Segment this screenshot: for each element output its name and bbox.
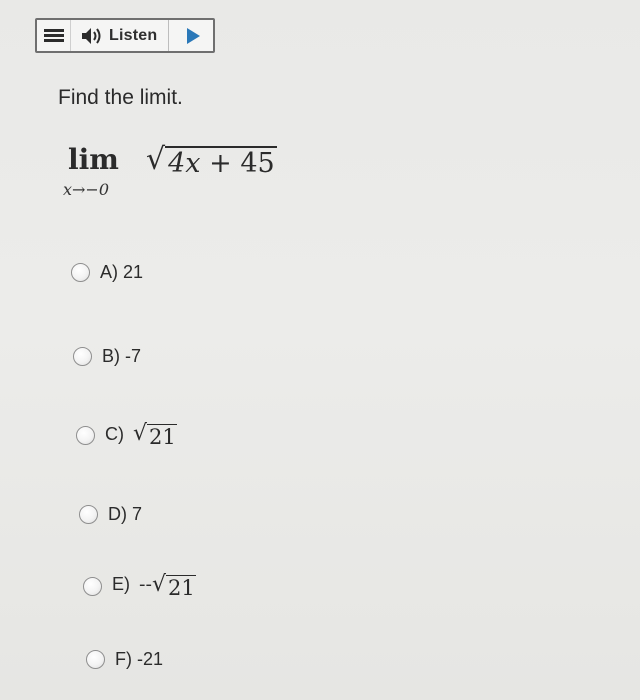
radio-button[interactable]	[71, 263, 90, 282]
option-label: E) -- √ 21	[112, 572, 196, 600]
menu-button[interactable]	[37, 20, 71, 51]
play-button[interactable]	[169, 20, 213, 51]
lim-subscript: x→−0	[63, 180, 110, 199]
option-label: F) -21	[115, 649, 164, 669]
accessibility-toolbar: Listen	[35, 18, 215, 53]
radio-button[interactable]	[83, 577, 102, 596]
sqrt-expression: -- √ 21	[139, 572, 196, 600]
question-prompt: Find the limit.	[58, 86, 183, 109]
radicand: 4x + 45	[165, 146, 277, 178]
radio-button[interactable]	[79, 505, 98, 524]
listen-button[interactable]: Listen	[71, 20, 169, 51]
lim-operator: lim	[68, 143, 119, 176]
option-label: A) 21	[100, 262, 144, 282]
sqrt-expression: √ 21	[133, 421, 177, 449]
answer-option-d[interactable]: D) 7	[79, 504, 142, 525]
radio-button[interactable]	[86, 650, 105, 669]
radio-button[interactable]	[73, 347, 92, 366]
play-icon	[186, 27, 200, 44]
hamburger-menu-icon	[43, 28, 64, 43]
radicand-term: 4x	[168, 148, 201, 179]
answer-option-e[interactable]: E) -- √ 21	[83, 574, 196, 599]
option-label: B) -7	[102, 346, 142, 366]
speaker-icon	[82, 27, 101, 44]
radio-button[interactable]	[76, 426, 95, 445]
radicand-constant: + 45	[200, 148, 275, 179]
listen-label: Listen	[109, 26, 158, 44]
option-label: C) √ 21	[105, 421, 177, 449]
answer-option-a[interactable]: A) 21	[71, 262, 143, 283]
radical-sign: √	[146, 142, 166, 177]
option-label: D) 7	[108, 504, 143, 524]
answer-option-f[interactable]: F) -21	[86, 649, 163, 670]
answer-option-b[interactable]: B) -7	[73, 346, 141, 367]
square-root: √ 4x + 45	[146, 145, 277, 178]
answer-option-c[interactable]: C) √ 21	[76, 423, 177, 448]
